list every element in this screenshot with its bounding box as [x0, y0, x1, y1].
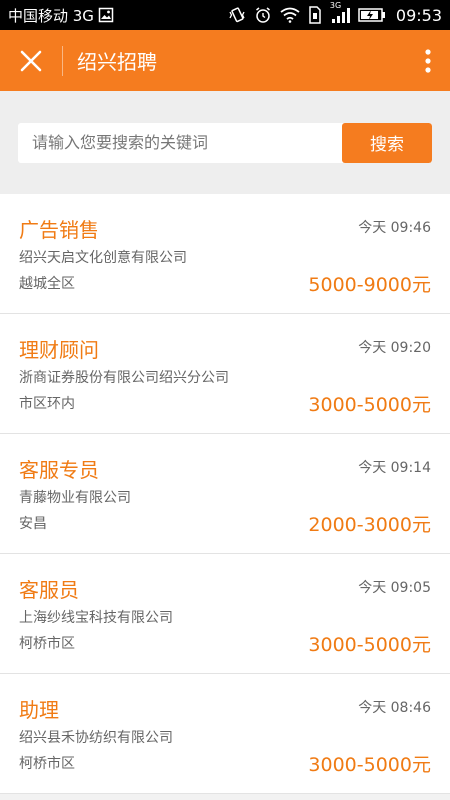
job-salary: 3000-5000元: [308, 754, 431, 776]
job-location: 安昌: [19, 516, 47, 532]
job-post-time: 今天 09:05: [358, 580, 431, 596]
status-bar: 中国移动 3G 3G 09:53: [0, 0, 450, 30]
carrier-label: 中国移动 3G: [8, 6, 94, 25]
job-post-time: 今天 09:46: [358, 220, 431, 236]
job-post-time: 今天 09:20: [358, 340, 431, 356]
job-title: 理财顾问: [19, 338, 99, 362]
image-notification-icon: [98, 7, 114, 23]
search-area: 搜索: [0, 91, 450, 194]
more-options-button[interactable]: [406, 30, 450, 91]
job-list: 广告销售 今天 09:46 绍兴天启文化创意有限公司 越城全区 5000-900…: [0, 194, 450, 794]
status-right: 3G 09:53: [228, 1, 442, 25]
job-location: 越城全区: [19, 276, 75, 292]
job-list-item[interactable]: 客服员 今天 09:05 上海纱线宝科技有限公司 柯桥市区 3000-5000元: [0, 554, 450, 674]
job-list-item[interactable]: 客服专员 今天 09:14 青藤物业有限公司 安昌 2000-3000元: [0, 434, 450, 554]
job-company: 浙商证券股份有限公司绍兴分公司: [19, 370, 229, 386]
alarm-icon: [254, 6, 272, 24]
search-input[interactable]: [18, 122, 342, 163]
job-salary: 3000-5000元: [308, 394, 431, 416]
job-title: 助理: [19, 698, 59, 722]
job-company: 绍兴县禾协纺织有限公司: [19, 730, 173, 746]
job-title: 广告销售: [19, 218, 99, 242]
job-post-time: 今天 08:46: [358, 700, 431, 716]
job-title: 客服员: [19, 578, 79, 602]
job-title: 客服专员: [19, 458, 99, 482]
job-location: 柯桥市区: [19, 756, 75, 772]
wifi-icon: [280, 7, 300, 23]
page-title: 绍兴招聘: [77, 50, 157, 74]
more-vertical-icon: [425, 48, 431, 73]
job-list-item[interactable]: 助理 今天 08:46 绍兴县禾协纺织有限公司 柯桥市区 3000-5000元: [0, 674, 450, 794]
job-salary: 2000-3000元: [308, 514, 431, 536]
signal-icon: 3G: [330, 1, 350, 24]
job-location: 市区环内: [19, 396, 75, 412]
search-button[interactable]: 搜索: [342, 122, 432, 163]
clock-time: 09:53: [395, 5, 442, 25]
job-salary: 5000-9000元: [308, 274, 431, 296]
job-company: 青藤物业有限公司: [19, 490, 131, 506]
app-bar-divider: [62, 45, 63, 76]
search-box: 搜索: [18, 122, 432, 163]
job-list-item[interactable]: 广告销售 今天 09:46 绍兴天启文化创意有限公司 越城全区 5000-900…: [0, 194, 450, 314]
job-list-item[interactable]: 理财顾问 今天 09:20 浙商证券股份有限公司绍兴分公司 市区环内 3000-…: [0, 314, 450, 434]
app-bar: 绍兴招聘: [0, 30, 450, 91]
close-icon: [20, 50, 42, 71]
job-salary: 3000-5000元: [308, 634, 431, 656]
job-company: 绍兴天启文化创意有限公司: [19, 250, 187, 266]
job-location: 柯桥市区: [19, 636, 75, 652]
battery-charging-icon: [358, 7, 386, 23]
close-button[interactable]: [0, 30, 62, 91]
job-company: 上海纱线宝科技有限公司: [19, 610, 173, 626]
status-left: 中国移动 3G: [8, 5, 114, 26]
vibrate-icon: [228, 6, 246, 24]
sim-card-icon: [308, 6, 322, 24]
network-type-label: 3G: [329, 1, 342, 10]
job-post-time: 今天 09:14: [358, 460, 431, 476]
